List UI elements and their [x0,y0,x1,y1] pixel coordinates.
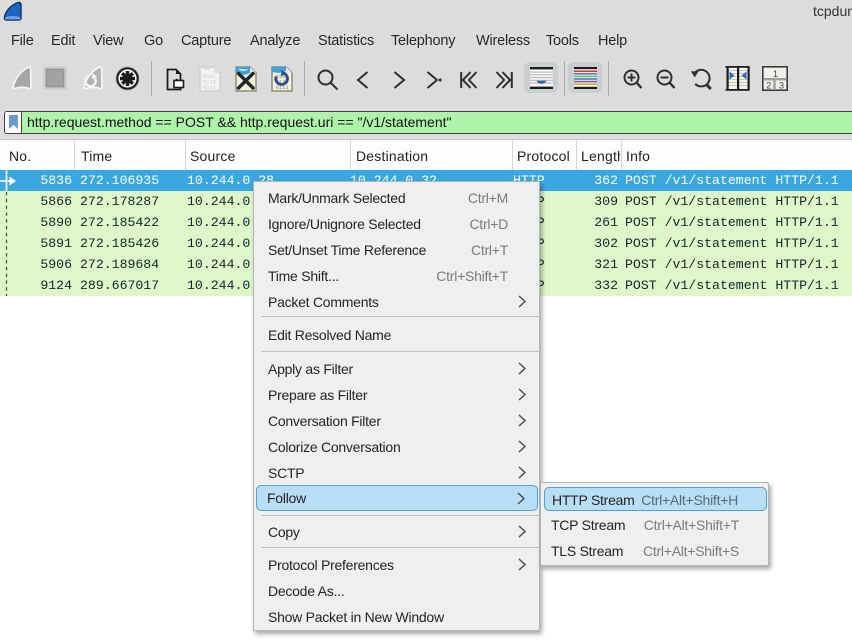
svg-text:0111: 0111 [203,84,217,91]
svg-text:1: 1 [773,69,778,79]
svg-text:2: 2 [766,81,771,91]
svg-text:3: 3 [779,81,784,91]
